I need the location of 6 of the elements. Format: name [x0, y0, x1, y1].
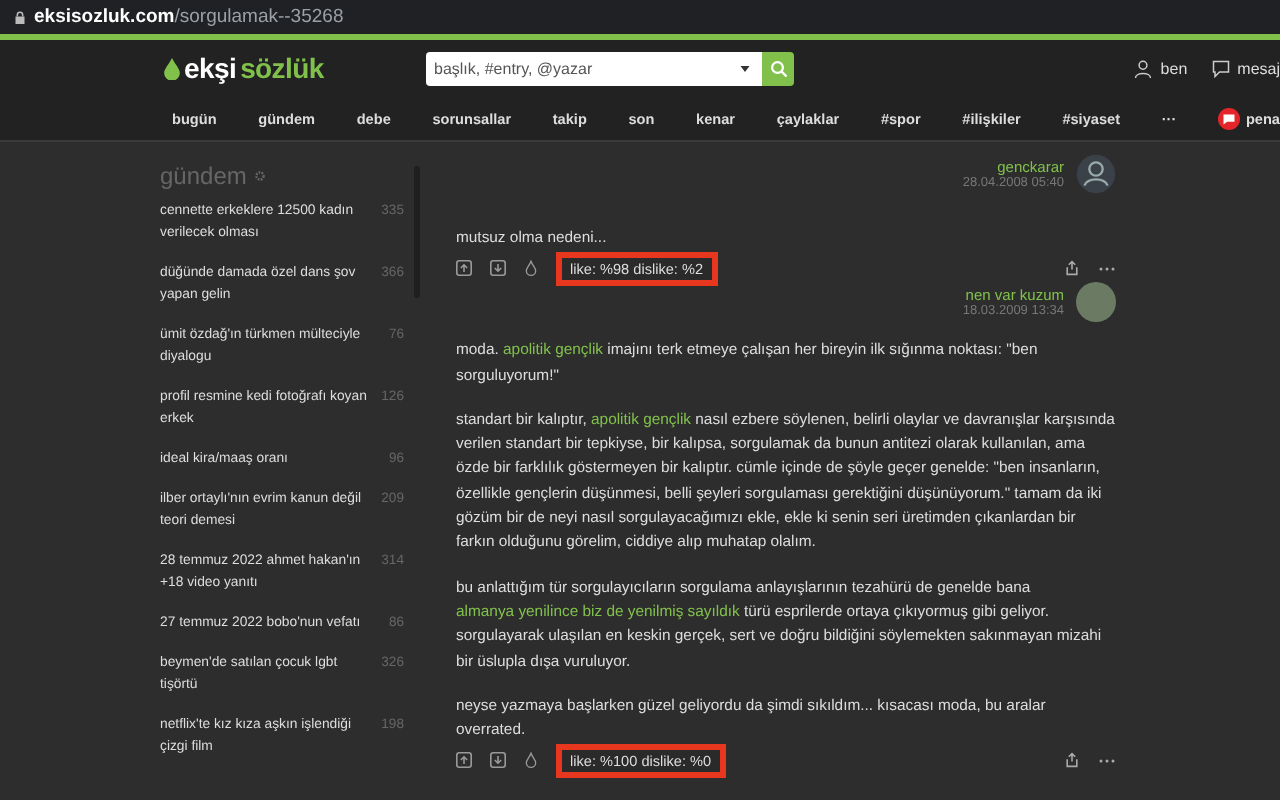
- site-logo[interactable]: ekşi sözlük: [164, 52, 426, 84]
- address-bar-url[interactable]: eksisozluk.com/sorgulamak--35268: [34, 6, 344, 28]
- user-link[interactable]: ben: [1160, 59, 1188, 77]
- sidebar-title: gündem: [160, 162, 247, 190]
- messages-link[interactable]: mesaj: [1237, 59, 1280, 77]
- search-field[interactable]: başlık, #entry, @yazar: [426, 51, 762, 85]
